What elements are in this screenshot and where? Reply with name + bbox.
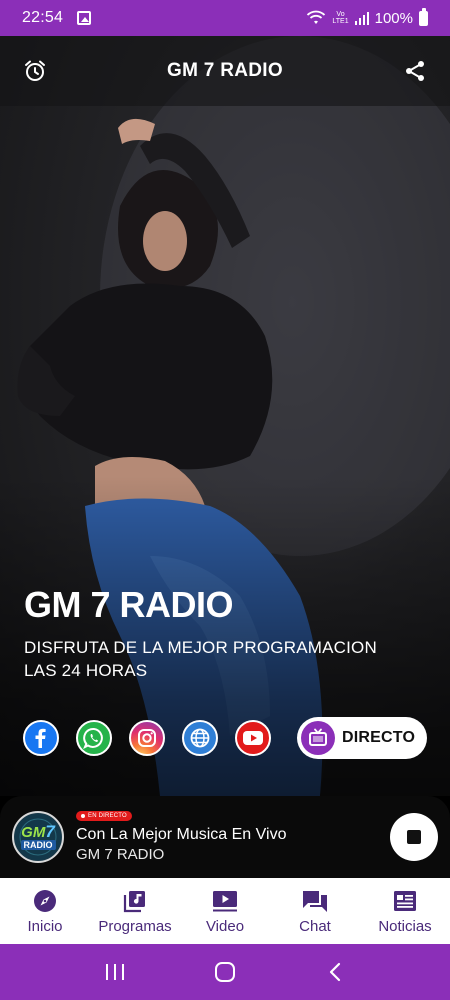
compass-icon xyxy=(32,888,58,914)
instagram-icon[interactable] xyxy=(129,720,165,756)
status-time: 22:54 xyxy=(22,9,64,26)
share-icon[interactable] xyxy=(402,58,428,84)
now-playing-bar[interactable]: GM 7 RADIO EN DIRECTO Con La Mejor Music… xyxy=(0,796,450,878)
globe-icon[interactable] xyxy=(182,720,218,756)
alarm-icon[interactable] xyxy=(22,58,48,84)
youtube-icon[interactable] xyxy=(235,720,271,756)
live-dot-icon xyxy=(81,814,85,818)
live-badge: EN DIRECTO xyxy=(76,811,132,821)
status-indicators: Vo LTE1 100% xyxy=(306,7,428,27)
top-app-bar: GM 7 RADIO xyxy=(0,36,450,106)
wifi-icon xyxy=(306,10,326,26)
live-badge-label: EN DIRECTO xyxy=(88,813,127,819)
signal-icon xyxy=(354,11,369,25)
news-icon xyxy=(392,888,418,914)
directo-button[interactable]: DIRECTO xyxy=(297,717,427,759)
nav-video[interactable]: Video xyxy=(180,878,270,944)
system-navigation xyxy=(0,944,450,1000)
video-play-icon xyxy=(212,888,238,914)
facebook-icon[interactable] xyxy=(23,720,59,756)
gallery-notification-icon xyxy=(77,11,92,25)
home-icon[interactable] xyxy=(210,957,240,987)
lte-icon: Vo LTE1 xyxy=(332,11,349,25)
logo-number: 7 xyxy=(45,821,55,841)
station-title: GM 7 RADIO xyxy=(24,584,234,625)
status-bar: 22:54 Vo LTE1 100% xyxy=(0,0,450,36)
logo-mark: GM 7 xyxy=(21,821,55,841)
nav-label: Inicio xyxy=(27,917,63,935)
logo-radio: RADIO xyxy=(20,839,56,850)
bottom-navigation: Inicio Programas Video Chat Noticias xyxy=(0,878,450,944)
hero-image xyxy=(0,36,450,796)
station-logo: GM 7 RADIO xyxy=(12,811,64,863)
nav-chat[interactable]: Chat xyxy=(270,878,360,944)
track-artist: GM 7 RADIO xyxy=(76,846,165,863)
nav-label: Video xyxy=(205,917,245,935)
station-subtitle: DISFRUTA DE LA MEJOR PROGRAMACION LAS 24… xyxy=(24,638,377,680)
nav-noticias[interactable]: Noticias xyxy=(360,878,450,944)
battery-icon xyxy=(419,7,428,26)
nav-label: Chat xyxy=(299,917,331,935)
player-info: EN DIRECTO Con La Mejor Musica En Vivo G… xyxy=(76,811,286,863)
social-links xyxy=(23,720,271,756)
nav-programas[interactable]: Programas xyxy=(90,878,180,944)
nav-label: Noticias xyxy=(378,917,432,935)
back-icon[interactable] xyxy=(320,957,350,987)
track-title: Con La Mejor Musica En Vivo xyxy=(76,826,287,843)
chat-icon xyxy=(302,888,328,914)
app-title: GM 7 RADIO xyxy=(167,60,283,81)
whatsapp-icon[interactable] xyxy=(76,720,112,756)
nav-label: Programas xyxy=(98,917,172,935)
battery-level: 100% xyxy=(374,9,413,27)
tv-icon xyxy=(301,721,335,755)
directo-label: DIRECTO xyxy=(342,729,416,746)
nav-inicio[interactable]: Inicio xyxy=(0,878,90,944)
stop-button[interactable] xyxy=(390,813,438,861)
music-library-icon xyxy=(122,888,148,914)
logo-gm: GM xyxy=(21,823,46,841)
recent-apps-icon[interactable] xyxy=(100,957,130,987)
stop-icon xyxy=(407,830,421,844)
